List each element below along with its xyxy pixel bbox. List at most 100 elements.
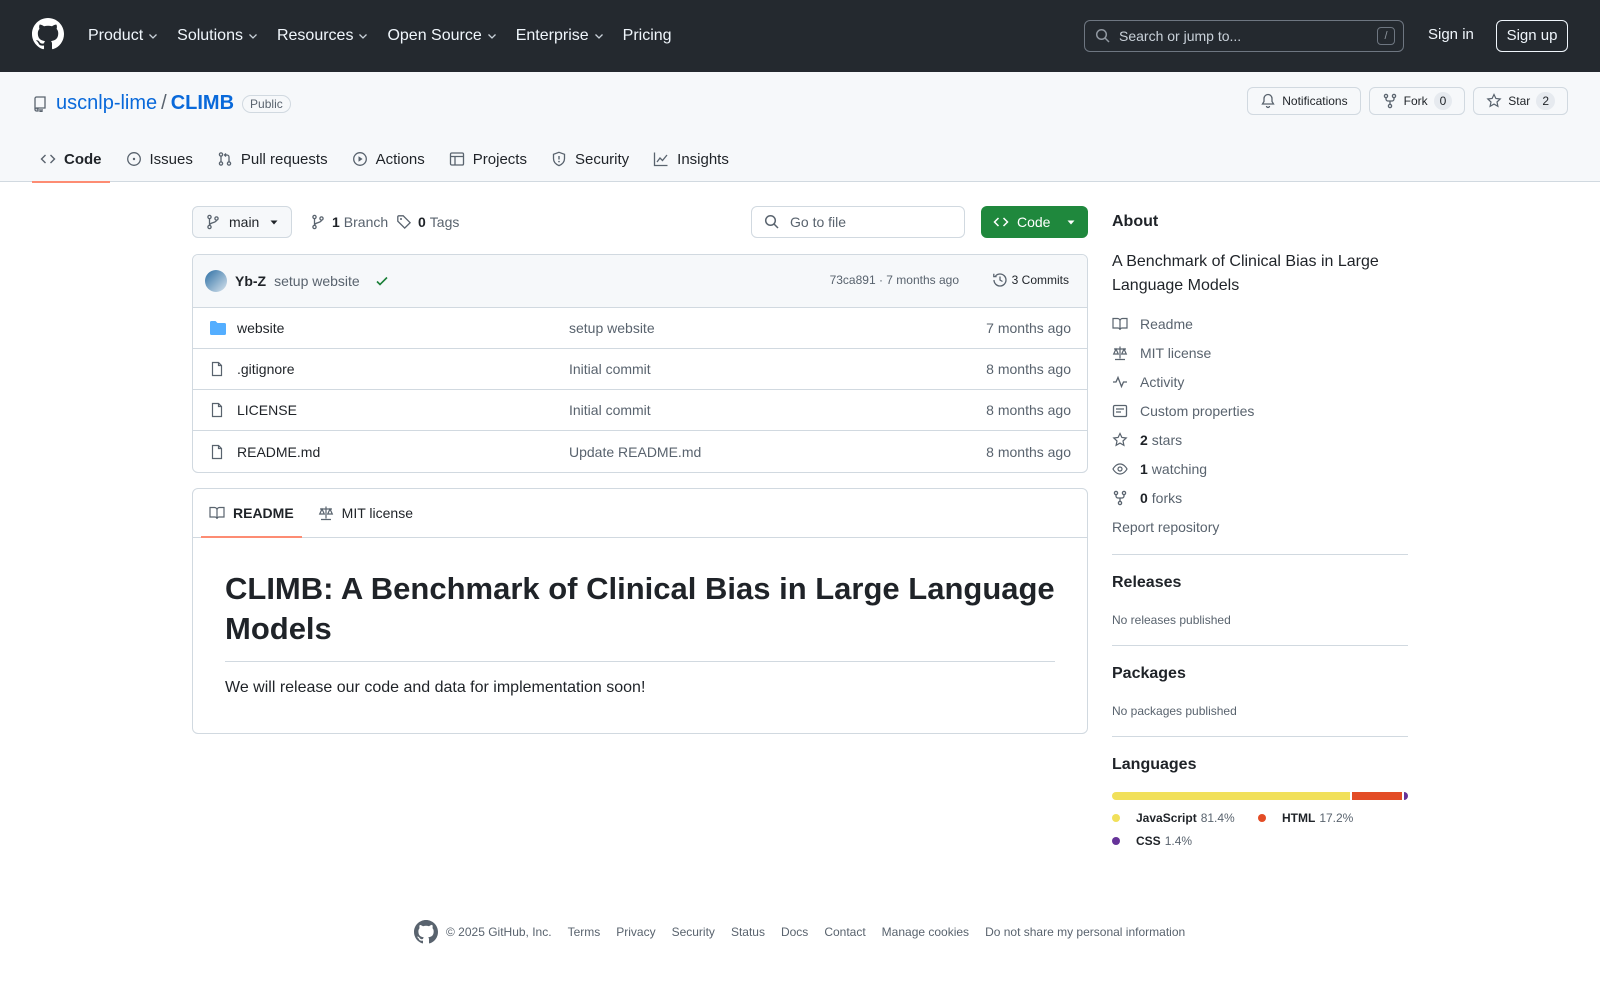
- file-row[interactable]: .gitignore Initial commit 8 months ago: [193, 349, 1087, 390]
- activity-link-label: Activity: [1140, 374, 1185, 390]
- pulse-icon: [1112, 374, 1128, 390]
- file-name-link[interactable]: LICENSE: [237, 402, 569, 418]
- languages-title: Languages: [1112, 756, 1197, 773]
- chevron-down-icon: [247, 30, 259, 42]
- nav-label: Pricing: [622, 27, 672, 44]
- branch-icon: [205, 214, 221, 230]
- tab-actions[interactable]: Actions: [344, 136, 433, 182]
- nav-solutions[interactable]: Solutions: [177, 27, 259, 45]
- tab-issues[interactable]: Issues: [118, 136, 201, 182]
- language-name: HTML: [1282, 811, 1316, 825]
- check-icon[interactable]: [374, 273, 390, 289]
- star-count: 2: [1536, 92, 1555, 110]
- nav-enterprise[interactable]: Enterprise: [516, 27, 605, 45]
- law-icon: [318, 505, 334, 521]
- packages-title[interactable]: Packages: [1112, 665, 1186, 683]
- graph-icon: [653, 151, 669, 167]
- tab-pull-requests[interactable]: Pull requests: [209, 136, 336, 182]
- license-link[interactable]: MIT license: [1112, 345, 1211, 361]
- footer-link-do-not-share[interactable]: Do not share my personal information: [985, 925, 1185, 939]
- nav-pricing[interactable]: Pricing: [623, 27, 672, 45]
- file-commit-link[interactable]: setup website: [569, 320, 655, 336]
- file-commit-link[interactable]: Initial commit: [569, 361, 651, 377]
- branch-selector[interactable]: main: [192, 206, 293, 238]
- language-percent: 1.4%: [1164, 834, 1193, 848]
- file-commit-link[interactable]: Update README.md: [569, 444, 701, 460]
- tab-security[interactable]: Security: [543, 136, 637, 182]
- file-row[interactable]: README.md Update README.md 8 months ago: [193, 431, 1087, 472]
- report-repository-link[interactable]: Report repository: [1112, 519, 1219, 535]
- file-row[interactable]: website setup website 7 months ago: [193, 308, 1087, 349]
- tab-insights[interactable]: Insights: [645, 136, 737, 182]
- language-dot: [1112, 837, 1120, 845]
- language-bar-html: [1351, 792, 1402, 800]
- releases-title[interactable]: Releases: [1112, 574, 1181, 592]
- github-footer-logo-icon[interactable]: [414, 920, 438, 944]
- language-item-css[interactable]: CSS 1.4%: [1112, 834, 1192, 848]
- sign-in-link[interactable]: Sign in: [1428, 26, 1474, 43]
- footer-link-security[interactable]: Security: [672, 925, 715, 939]
- forks-label: forks: [1151, 490, 1183, 506]
- releases-empty: No releases published: [1112, 613, 1231, 627]
- footer-copyright: © 2025 GitHub, Inc.: [446, 925, 552, 939]
- tab-license[interactable]: MIT license: [310, 489, 421, 537]
- language-dot: [1258, 814, 1266, 822]
- readme-tabs: README MIT license: [193, 489, 1087, 538]
- stars-link[interactable]: 2 stars: [1112, 432, 1182, 448]
- footer-link-privacy[interactable]: Privacy: [616, 925, 655, 939]
- branches-link[interactable]: 1 Branch: [310, 214, 388, 230]
- global-header: Product Solutions Resources Open Source …: [0, 0, 1600, 72]
- tab-code[interactable]: Code: [32, 136, 110, 183]
- stars-label: stars: [1151, 432, 1183, 448]
- go-to-file-input[interactable]: Go to file: [751, 206, 965, 238]
- language-item-javascript[interactable]: JavaScript 81.4%: [1112, 811, 1235, 825]
- footer-link-terms[interactable]: Terms: [568, 925, 601, 939]
- branch-label: Branch: [343, 214, 389, 230]
- law-icon: [1112, 345, 1128, 361]
- star-button[interactable]: Star 2: [1473, 87, 1568, 115]
- fork-button[interactable]: Fork 0: [1368, 87, 1466, 115]
- forks-link[interactable]: 0 forks: [1112, 490, 1182, 506]
- watchers-link[interactable]: 1 watching: [1112, 461, 1207, 477]
- custom-properties-link[interactable]: Custom properties: [1112, 403, 1254, 419]
- file-commit-link[interactable]: Initial commit: [569, 402, 651, 418]
- tab-projects[interactable]: Projects: [441, 136, 535, 182]
- file-name-link[interactable]: .gitignore: [237, 361, 569, 377]
- avatar[interactable]: [205, 270, 227, 292]
- code-icon: [40, 151, 56, 167]
- forks-count: 0: [1140, 490, 1148, 506]
- commit-message-link[interactable]: setup website: [274, 273, 360, 289]
- commit-hash-time[interactable]: 73ca891 · 7 months ago: [830, 273, 959, 287]
- language-item-html[interactable]: HTML 17.2%: [1258, 811, 1353, 825]
- file-name-link[interactable]: website: [237, 320, 569, 336]
- tab-readme[interactable]: README: [201, 489, 302, 538]
- github-logo-icon[interactable]: [32, 18, 64, 50]
- chevron-down-icon: [486, 30, 498, 42]
- repo-name-link[interactable]: CLIMB: [171, 92, 234, 115]
- footer-link-status[interactable]: Status: [731, 925, 765, 939]
- nav-open-source[interactable]: Open Source: [387, 27, 497, 45]
- file-name-link[interactable]: README.md: [237, 444, 569, 460]
- tags-link[interactable]: 0 Tags: [396, 214, 459, 230]
- readme-link[interactable]: Readme: [1112, 316, 1193, 332]
- watching-count: 1: [1140, 461, 1148, 477]
- footer-link-contact[interactable]: Contact: [824, 925, 865, 939]
- commit-author-link[interactable]: Yb-Z: [235, 273, 266, 289]
- code-dropdown-button[interactable]: Code: [981, 206, 1088, 238]
- about-title: About: [1112, 213, 1159, 230]
- commits-history-link[interactable]: 3 Commits: [992, 272, 1069, 288]
- readme-link-label: Readme: [1140, 316, 1193, 332]
- file-icon: [209, 361, 227, 377]
- nav-label: Solutions: [177, 27, 243, 44]
- notifications-button[interactable]: Notifications: [1247, 87, 1361, 115]
- file-row[interactable]: LICENSE Initial commit 8 months ago: [193, 390, 1087, 431]
- nav-product[interactable]: Product: [88, 27, 159, 45]
- sign-up-button[interactable]: Sign up: [1496, 20, 1568, 52]
- global-search-input[interactable]: Search or jump to... /: [1084, 20, 1404, 52]
- footer-link-docs[interactable]: Docs: [781, 925, 808, 939]
- repo-owner-link[interactable]: uscnlp-lime: [56, 92, 157, 115]
- nav-resources[interactable]: Resources: [277, 27, 369, 45]
- go-to-file-placeholder: Go to file: [790, 214, 847, 230]
- footer-link-manage-cookies[interactable]: Manage cookies: [882, 925, 969, 939]
- activity-link[interactable]: Activity: [1112, 374, 1184, 390]
